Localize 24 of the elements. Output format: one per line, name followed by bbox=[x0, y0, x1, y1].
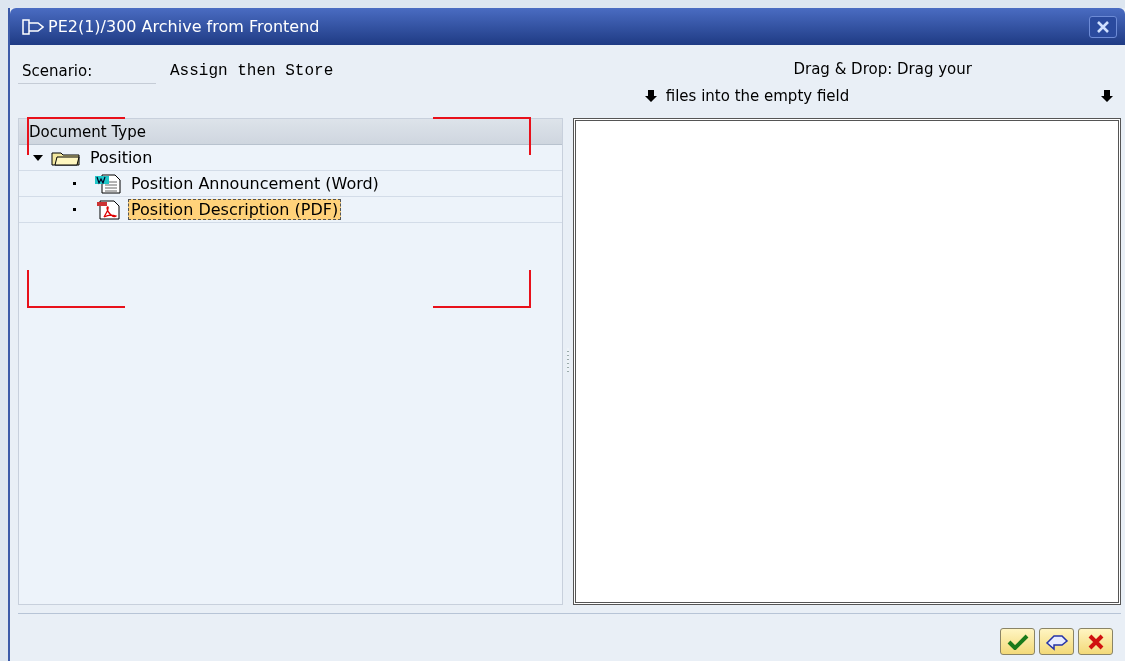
window-title: PE2(1)/300 Archive from Frontend bbox=[48, 17, 320, 36]
scenario-label: Scenario: bbox=[18, 62, 156, 84]
close-icon bbox=[1096, 20, 1110, 33]
close-button[interactable] bbox=[1089, 15, 1117, 38]
back-arrow-icon bbox=[1044, 632, 1069, 651]
dialog-icon bbox=[22, 18, 44, 35]
column-header: Document Type bbox=[19, 119, 562, 145]
checkmark-icon bbox=[1006, 633, 1029, 650]
back-button[interactable] bbox=[1039, 628, 1074, 655]
folder-icon bbox=[51, 149, 81, 166]
drop-hint-text: files into the empty field bbox=[665, 87, 850, 105]
down-arrow-icon bbox=[1099, 89, 1114, 103]
down-arrow-icon bbox=[643, 89, 658, 103]
confirm-button[interactable] bbox=[1000, 628, 1035, 655]
pdf-document-icon bbox=[94, 199, 122, 220]
cancel-button[interactable] bbox=[1078, 628, 1113, 655]
tree-item[interactable]: Position Announcement (Word) bbox=[128, 173, 382, 194]
cancel-icon bbox=[1086, 633, 1105, 650]
scenario-value: Assign then Store bbox=[170, 62, 334, 80]
tree-item[interactable]: Position Description (PDF) bbox=[128, 199, 342, 220]
tree-item[interactable]: Position bbox=[87, 147, 156, 168]
word-document-icon bbox=[94, 173, 122, 194]
drop-hint-text: Drag & Drop: Drag your bbox=[793, 60, 972, 78]
expand-triangle-icon[interactable] bbox=[33, 153, 43, 162]
